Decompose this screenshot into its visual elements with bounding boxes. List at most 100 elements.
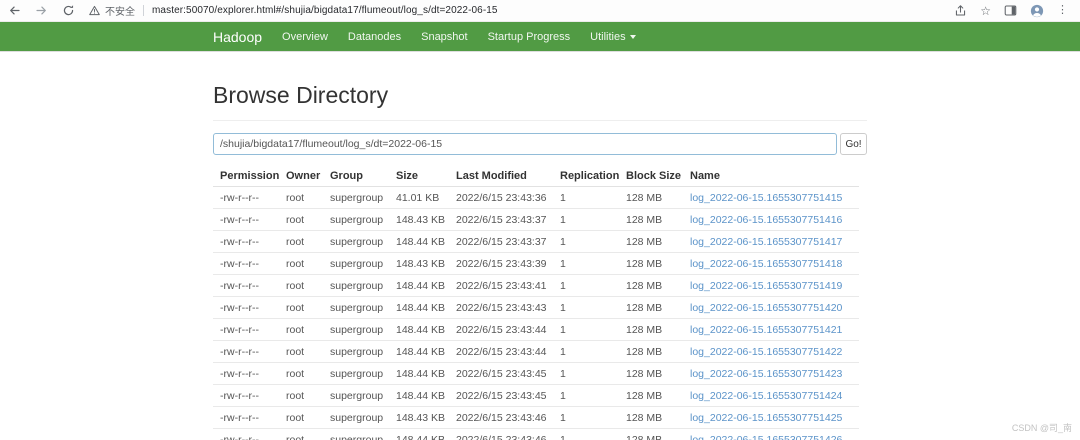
cell-group: supergroup	[323, 318, 389, 341]
file-link[interactable]: log_2022-06-15.1655307751425	[690, 412, 842, 424]
divider	[143, 5, 144, 16]
reload-icon	[63, 5, 74, 16]
cell-replication: 1	[553, 296, 619, 319]
file-link[interactable]: log_2022-06-15.1655307751422	[690, 346, 842, 358]
cell-group: supergroup	[323, 274, 389, 297]
cell-name: log_2022-06-15.1655307751421	[683, 318, 859, 341]
cell-owner: root	[279, 296, 323, 319]
address-bar[interactable]: 不安全 master:50070/explorer.html#/shujia/b…	[89, 0, 942, 21]
file-link[interactable]: log_2022-06-15.1655307751417	[690, 236, 842, 248]
side-panel-button[interactable]	[1004, 4, 1017, 17]
cell-name: log_2022-06-15.1655307751424	[683, 384, 859, 407]
cell-modified: 2022/6/15 23:43:41	[449, 274, 553, 297]
navbar-item-datanodes[interactable]: Datanodes	[338, 22, 411, 52]
warning-triangle-icon	[89, 5, 100, 16]
cell-permission: -rw-r--r--	[213, 208, 279, 231]
file-link[interactable]: log_2022-06-15.1655307751415	[690, 192, 842, 204]
profile-avatar-icon[interactable]	[1030, 4, 1044, 18]
navbar-item-overview[interactable]: Overview	[272, 22, 338, 52]
cell-modified: 2022/6/15 23:43:45	[449, 384, 553, 407]
cell-replication: 1	[553, 186, 619, 209]
cell-modified: 2022/6/15 23:43:39	[449, 252, 553, 275]
cell-block_size: 128 MB	[619, 428, 683, 440]
table-row: -rw-r--r-- root supergroup 148.43 KB 2022/6/…	[213, 252, 859, 275]
cell-owner: root	[279, 208, 323, 231]
cell-size: 148.44 KB	[389, 384, 449, 407]
cell-group: supergroup	[323, 230, 389, 253]
column-header-last-modified: Last Modified	[449, 165, 553, 187]
cell-block_size: 128 MB	[619, 208, 683, 231]
cell-group: supergroup	[323, 208, 389, 231]
cell-modified: 2022/6/15 23:43:37	[449, 230, 553, 253]
hadoop-navbar: Hadoop Overview Datanodes Snapshot Startup …	[0, 22, 1080, 52]
navbar-brand[interactable]: Hadoop	[213, 29, 262, 45]
table-row: -rw-r--r-- root supergroup 148.44 KB 2022/6/…	[213, 230, 859, 253]
cell-owner: root	[279, 230, 323, 253]
cell-replication: 1	[553, 428, 619, 440]
cell-owner: root	[279, 252, 323, 275]
kebab-menu-icon[interactable]: ⋮	[1057, 5, 1068, 16]
cell-permission: -rw-r--r--	[213, 296, 279, 319]
cell-owner: root	[279, 318, 323, 341]
cell-permission: -rw-r--r--	[213, 318, 279, 341]
bookmark-star-icon[interactable]: ☆	[980, 5, 991, 17]
cell-name: log_2022-06-15.1655307751418	[683, 252, 859, 275]
cell-modified: 2022/6/15 23:43:46	[449, 428, 553, 440]
cell-permission: -rw-r--r--	[213, 186, 279, 209]
cell-modified: 2022/6/15 23:43:46	[449, 406, 553, 429]
directory-path-input[interactable]	[213, 133, 837, 155]
forward-button[interactable]	[35, 4, 48, 17]
cell-modified: 2022/6/15 23:43:45	[449, 362, 553, 385]
navbar-item-snapshot[interactable]: Snapshot	[411, 22, 477, 52]
file-link[interactable]: log_2022-06-15.1655307751418	[690, 258, 842, 270]
navbar-item-startup-progress[interactable]: Startup Progress	[478, 22, 581, 52]
table-row: -rw-r--r-- root supergroup 148.43 KB 2022/6/…	[213, 208, 859, 231]
file-link[interactable]: log_2022-06-15.1655307751426	[690, 434, 842, 440]
cell-group: supergroup	[323, 406, 389, 429]
side-panel-icon	[1004, 5, 1017, 16]
navbar-item-utilities[interactable]: Utilities	[580, 22, 645, 52]
cell-permission: -rw-r--r--	[213, 384, 279, 407]
cell-name: log_2022-06-15.1655307751417	[683, 230, 859, 253]
go-button[interactable]: Go!	[840, 133, 867, 155]
share-icon	[956, 5, 966, 16]
column-header-size: Size	[389, 165, 449, 187]
file-table-header-row: Permission Owner Group Size Last Modified Rep…	[213, 165, 859, 187]
cell-name: log_2022-06-15.1655307751419	[683, 274, 859, 297]
file-link[interactable]: log_2022-06-15.1655307751424	[690, 390, 842, 402]
file-link[interactable]: log_2022-06-15.1655307751416	[690, 214, 842, 226]
cell-size: 148.43 KB	[389, 406, 449, 429]
file-link[interactable]: log_2022-06-15.1655307751420	[690, 302, 842, 314]
browser-chrome: 不安全 master:50070/explorer.html#/shujia/b…	[0, 0, 1080, 22]
cell-size: 148.44 KB	[389, 340, 449, 363]
cell-group: supergroup	[323, 296, 389, 319]
back-button[interactable]	[8, 4, 21, 17]
file-table: Permission Owner Group Size Last Modified Rep…	[213, 165, 859, 440]
cell-name: log_2022-06-15.1655307751423	[683, 362, 859, 385]
file-link[interactable]: log_2022-06-15.1655307751423	[690, 368, 842, 380]
cell-block_size: 128 MB	[619, 252, 683, 275]
avatar	[1030, 4, 1044, 17]
cell-block_size: 128 MB	[619, 384, 683, 407]
cell-size: 148.44 KB	[389, 274, 449, 297]
cell-group: supergroup	[323, 384, 389, 407]
share-button[interactable]	[954, 4, 967, 17]
cell-name: log_2022-06-15.1655307751416	[683, 208, 859, 231]
forward-arrow-icon	[36, 6, 46, 15]
main-content: Browse Directory Go! PermissionOwnerGrou…	[0, 82, 1080, 440]
cell-group: supergroup	[323, 252, 389, 275]
cell-modified: 2022/6/15 23:43:37	[449, 208, 553, 231]
cell-block_size: 128 MB	[619, 230, 683, 253]
table-row: -rw-r--r-- root supergroup 148.44 KB 2022/6/…	[213, 340, 859, 363]
cell-modified: 2022/6/15 23:43:44	[449, 340, 553, 363]
file-link[interactable]: log_2022-06-15.1655307751421	[690, 324, 842, 336]
file-link[interactable]: log_2022-06-15.1655307751419	[690, 280, 842, 292]
back-arrow-icon	[10, 6, 20, 15]
cell-block_size: 128 MB	[619, 340, 683, 363]
watermark: CSDN @司_南	[1011, 423, 1072, 433]
reload-button[interactable]	[62, 4, 75, 17]
cell-group: supergroup	[323, 428, 389, 440]
table-row: -rw-r--r-- root supergroup 148.44 KB 2022/6/…	[213, 318, 859, 341]
cell-name: log_2022-06-15.1655307751420	[683, 296, 859, 319]
cell-permission: -rw-r--r--	[213, 340, 279, 363]
